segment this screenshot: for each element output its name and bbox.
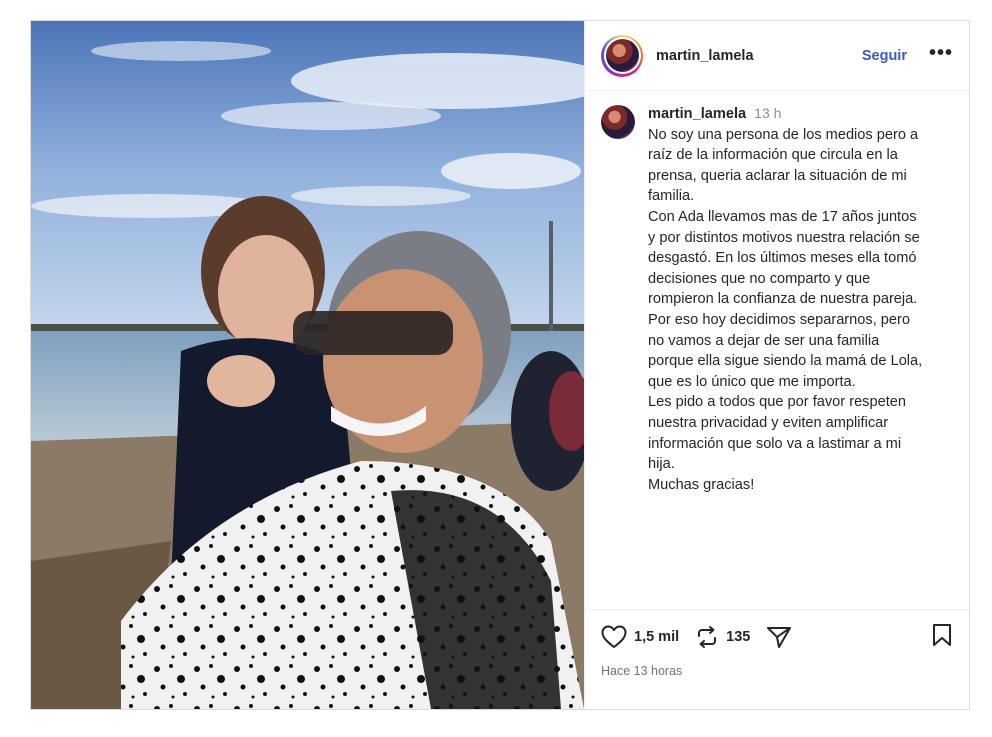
action-row: 1,5 mil 135 (601, 622, 953, 652)
photo-illustration (31, 21, 584, 709)
avatar-image (605, 39, 639, 72)
caption-line: Muchas gracias! (648, 476, 755, 493)
caption-header: martin_lamela 13 h (648, 103, 922, 125)
instagram-post: martin_lamela Seguir ••• martin_lamela 13… (30, 20, 970, 710)
caption-line: que es lo único que me importa. (648, 373, 856, 390)
like-button[interactable]: 1,5 mil (601, 625, 679, 649)
caption-line: prensa, queria aclarar la situación de m… (648, 167, 907, 184)
caption-line: hija. (648, 456, 675, 473)
caption-line: raíz de la información que circula en la (648, 147, 898, 164)
caption-line: familia. (648, 188, 695, 205)
avatar[interactable] (601, 34, 643, 77)
caption-username[interactable]: martin_lamela (648, 106, 746, 122)
caption-line: rompieron la confianza de nuestra pareja… (648, 291, 918, 308)
bookmark-icon (933, 623, 951, 646)
post-actions: 1,5 mil 135 Hace 13 horas (585, 609, 969, 709)
send-icon (767, 627, 792, 648)
caption-line: No soy una persona de los medios pero a (648, 126, 919, 143)
repost-button[interactable]: 135 (695, 625, 750, 649)
repost-icon (698, 626, 717, 648)
caption-section: martin_lamela 13 h No soy una persona de … (585, 91, 969, 609)
heart-icon (601, 625, 627, 648)
caption-line: decisiones que no comparto y que (648, 270, 871, 287)
share-button[interactable] (766, 625, 792, 649)
caption-body: martin_lamela 13 h No soy una persona de … (648, 103, 922, 495)
caption-line: porque ella sigue siendo la mamá de Lola… (648, 353, 923, 370)
caption-line: no vamos a dejar de ser una familia (648, 332, 880, 349)
caption-line: Por eso hoy decidimos separarnos, pero (648, 311, 911, 328)
follow-button[interactable]: Seguir (862, 48, 907, 64)
caption-time[interactable]: 13 h (754, 105, 781, 121)
save-button[interactable] (931, 623, 953, 652)
like-count[interactable]: 1,5 mil (634, 629, 679, 645)
repost-count[interactable]: 135 (726, 629, 750, 645)
post-photo[interactable] (31, 21, 584, 709)
post-timestamp[interactable]: Hace 13 horas (601, 664, 953, 678)
post-header: martin_lamela Seguir ••• (585, 21, 969, 91)
caption-line: nuestra privacidad y eviten amplificar (648, 414, 889, 431)
caption-avatar[interactable] (601, 105, 635, 139)
avatar-border (603, 37, 641, 74)
caption-line: y por distintos motivos nuestra relación… (648, 229, 920, 246)
caption-line: Con Ada llevamos mas de 17 años juntos (648, 208, 917, 225)
username-link[interactable]: martin_lamela (656, 48, 754, 64)
caption-line: Les pido a todos que por favor respeten (648, 394, 906, 411)
more-icon[interactable]: ••• (929, 43, 953, 64)
post-side-panel: martin_lamela Seguir ••• martin_lamela 13… (584, 21, 969, 709)
caption-line: información que solo va a lastimar a mi (648, 435, 902, 452)
caption-line: desgastó. En los últimos meses ella tomó (648, 250, 917, 267)
